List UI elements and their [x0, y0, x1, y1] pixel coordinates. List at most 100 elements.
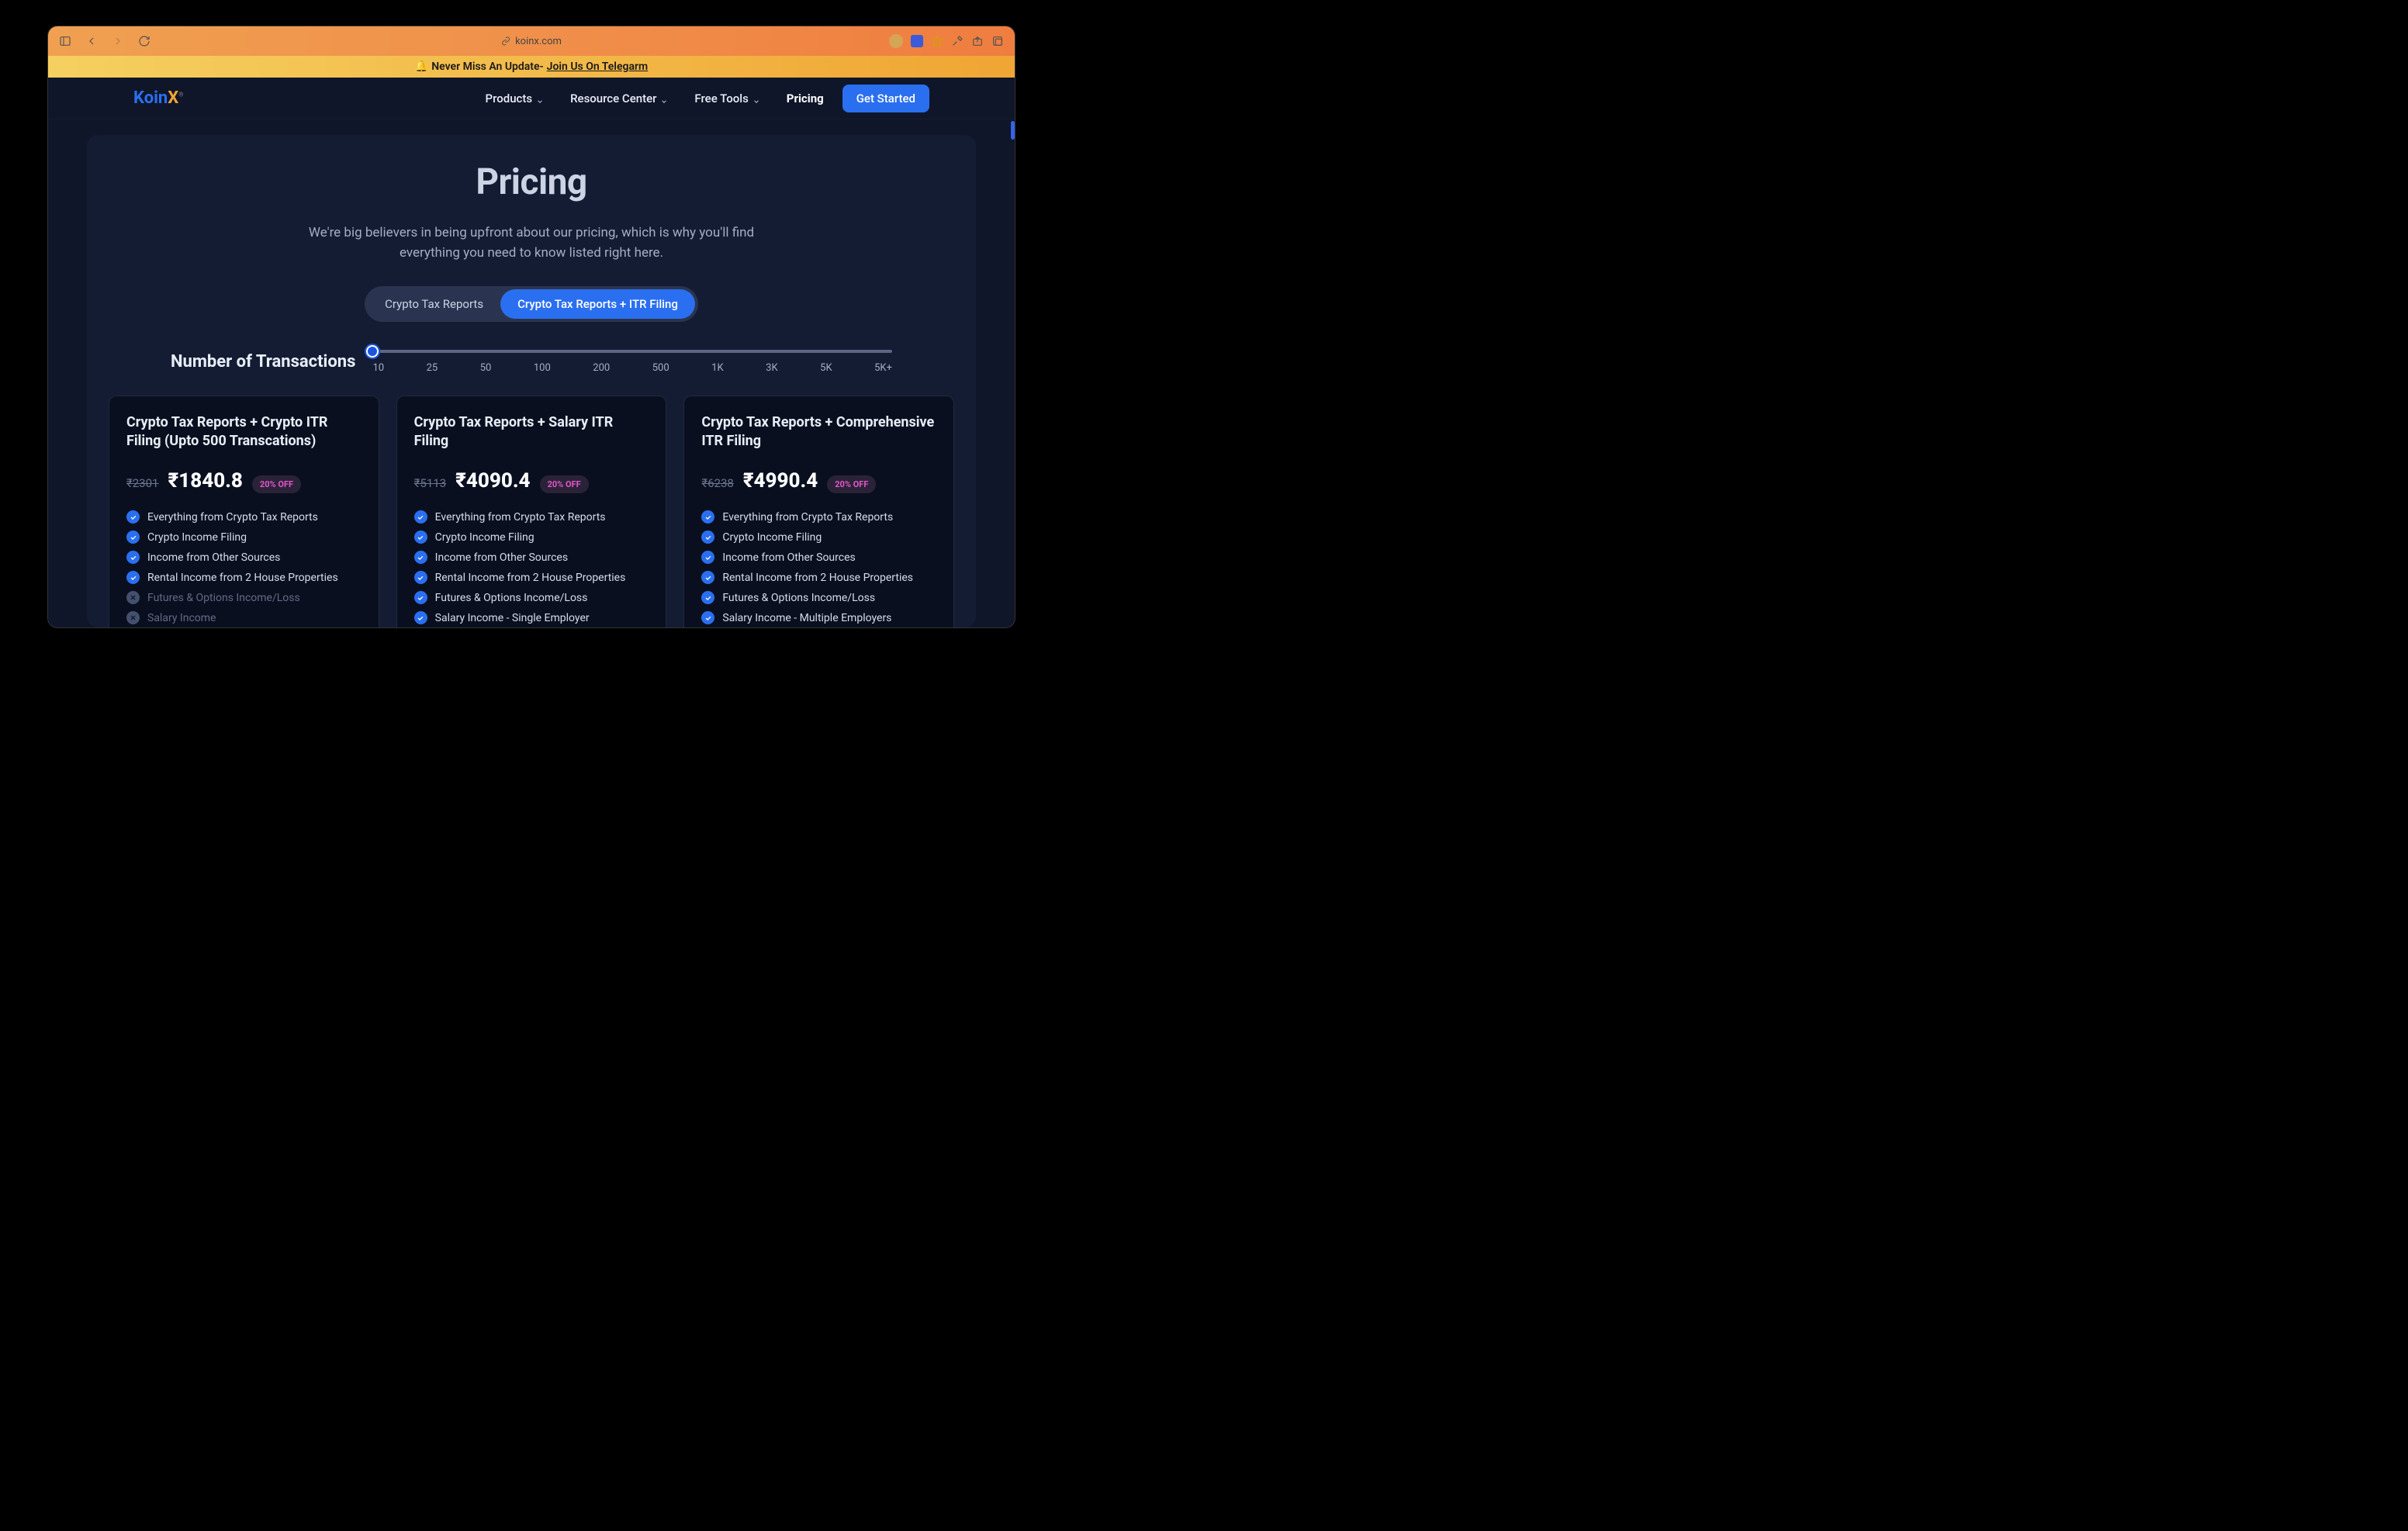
toggle-option-1[interactable]: Crypto Tax Reports + ITR Filing [500, 289, 695, 319]
check-icon [126, 530, 140, 544]
chevron-down-icon [660, 95, 668, 102]
main-nav: KoinX® Products Resource Center Free Tools… [48, 78, 1015, 119]
feature-item: Everything from Crypto Tax Reports [414, 510, 649, 524]
feature-item: Salary Income - Multiple Employers [701, 611, 936, 624]
banner-link[interactable]: Join Us On Telegarm [547, 60, 649, 73]
pricing-panel: Pricing We're big believers in being upf… [87, 135, 976, 627]
price: ₹4090.4 [455, 469, 530, 492]
feature-text: Income from Other Sources [147, 551, 280, 564]
toolbar-right [889, 34, 1004, 48]
feature-text: Salary Income - Single Employer [435, 612, 590, 624]
slider-tick: 50 [480, 362, 492, 374]
discount-badge: 20% OFF [252, 475, 301, 493]
feature-text: Crypto Income Filing [722, 531, 822, 544]
check-icon [414, 611, 427, 624]
check-icon [701, 510, 714, 524]
nav-link-pricing[interactable]: Pricing [787, 92, 824, 105]
feature-item: Salary Income - Single Employer [414, 611, 649, 624]
feature-text: Crypto Income Filing [435, 531, 535, 544]
feature-text: Rental Income from 2 House Properties [435, 572, 626, 584]
slider-thumb[interactable] [366, 345, 379, 358]
feature-text: Futures & Options Income/Loss [147, 592, 300, 604]
feature-text: Futures & Options Income/Loss [722, 592, 875, 604]
slider-ticks: 1025501002005001K3K5K5K+ [372, 362, 892, 374]
logo-part-2: X [168, 88, 178, 108]
pricing-card-2: Crypto Tax Reports + Comprehensive ITR F… [683, 396, 954, 627]
feature-item: Rental Income from 2 House Properties [126, 571, 362, 584]
price: ₹4990.4 [743, 469, 818, 492]
feature-item: Rental Income from 2 House Properties [701, 571, 936, 584]
logo-part-1: Koin [133, 88, 168, 108]
get-started-button[interactable]: Get Started [842, 85, 929, 112]
star-icon[interactable] [931, 35, 943, 47]
price-row: ₹6238 ₹4990.4 20% OFF [701, 469, 936, 493]
feature-item: Everything from Crypto Tax Reports [701, 510, 936, 524]
feature-text: Salary Income [147, 612, 216, 624]
slider-tick: 25 [427, 362, 438, 374]
extension-icon-1[interactable] [889, 34, 903, 48]
share-icon[interactable] [971, 35, 984, 47]
feature-item: Income from Other Sources [701, 551, 936, 564]
slider-label: Number of Transactions [171, 352, 355, 372]
check-icon [126, 551, 140, 564]
pricing-card-0: Crypto Tax Reports + Crypto ITR Filing (… [109, 396, 379, 627]
check-icon [414, 510, 427, 524]
slider[interactable]: 1025501002005001K3K5K5K+ [372, 350, 892, 374]
check-icon [701, 571, 714, 584]
discount-badge: 20% OFF [827, 475, 876, 493]
page-subtitle: We're big believers in being upfront abo… [299, 223, 764, 263]
feature-text: Income from Other Sources [435, 551, 568, 564]
check-icon [126, 571, 140, 584]
check-icon [126, 510, 140, 524]
address-bar[interactable]: koinx.com [501, 36, 562, 47]
announcement-banner: 🔔 Never Miss An Update- Join Us On Teleg… [48, 56, 1015, 78]
feature-item: Income from Other Sources [126, 551, 362, 564]
nav-link-label: Free Tools [694, 92, 748, 105]
check-icon [414, 591, 427, 604]
price-strike: ₹6238 [701, 476, 733, 490]
browser-window: koinx.com 🔔 Never Miss An Update- Join U… [48, 26, 1015, 627]
feature-text: Salary Income - Multiple Employers [722, 612, 891, 624]
feature-text: Crypto Income Filing [147, 531, 247, 544]
card-title: Crypto Tax Reports + Salary ITR Filing [414, 413, 649, 452]
check-icon [701, 530, 714, 544]
scroll-indicator[interactable] [1011, 121, 1015, 140]
feature-text: Rental Income from 2 House Properties [147, 572, 338, 584]
extension-icon-2[interactable] [911, 35, 923, 47]
back-icon[interactable] [85, 35, 98, 47]
forward-icon [112, 35, 124, 47]
check-icon [414, 571, 427, 584]
sidebar-toggle-icon[interactable] [59, 35, 71, 47]
price-row: ₹2301₹1840.820% OFF [126, 469, 362, 493]
discount-badge: 20% OFF [540, 475, 589, 493]
eyedropper-icon[interactable] [951, 35, 964, 47]
browser-toolbar: koinx.com [48, 26, 1015, 56]
check-icon [701, 551, 714, 564]
feature-list: Everything from Crypto Tax Reports Crypto… [701, 510, 936, 627]
toggle-option-0[interactable]: Crypto Tax Reports [368, 289, 500, 319]
slider-tick: 500 [652, 362, 669, 374]
tabs-icon[interactable] [991, 35, 1004, 47]
feature-item: Everything from Crypto Tax Reports [126, 510, 362, 524]
reload-icon[interactable] [138, 35, 150, 47]
nav-links: Products Resource Center Free Tools Pricing [486, 92, 824, 105]
slider-tick: 1K [711, 362, 723, 374]
slider-tick: 10 [372, 362, 384, 374]
feature-list: Everything from Crypto Tax Reports Crypto… [126, 510, 362, 627]
price: ₹1840.8 [168, 469, 242, 492]
feature-item: Futures & Options Income/Loss [126, 591, 362, 604]
nav-link-products[interactable]: Products [486, 92, 545, 105]
bell-icon: 🔔 [415, 60, 428, 73]
logo[interactable]: KoinX® [133, 88, 184, 108]
nav-link-free-tools[interactable]: Free Tools [694, 92, 759, 105]
price-strike: ₹5113 [414, 476, 446, 490]
feature-text: Everything from Crypto Tax Reports [435, 511, 606, 524]
logo-trademark: ® [178, 92, 183, 98]
page-title: Pricing [109, 161, 954, 203]
nav-link-label: Products [486, 92, 533, 105]
nav-link-label: Resource Center [570, 92, 656, 105]
check-icon [414, 551, 427, 564]
banner-text: Never Miss An Update- [431, 60, 543, 73]
nav-link-resource-center[interactable]: Resource Center [570, 92, 668, 105]
feature-item: Futures & Options Income/Loss [701, 591, 936, 604]
